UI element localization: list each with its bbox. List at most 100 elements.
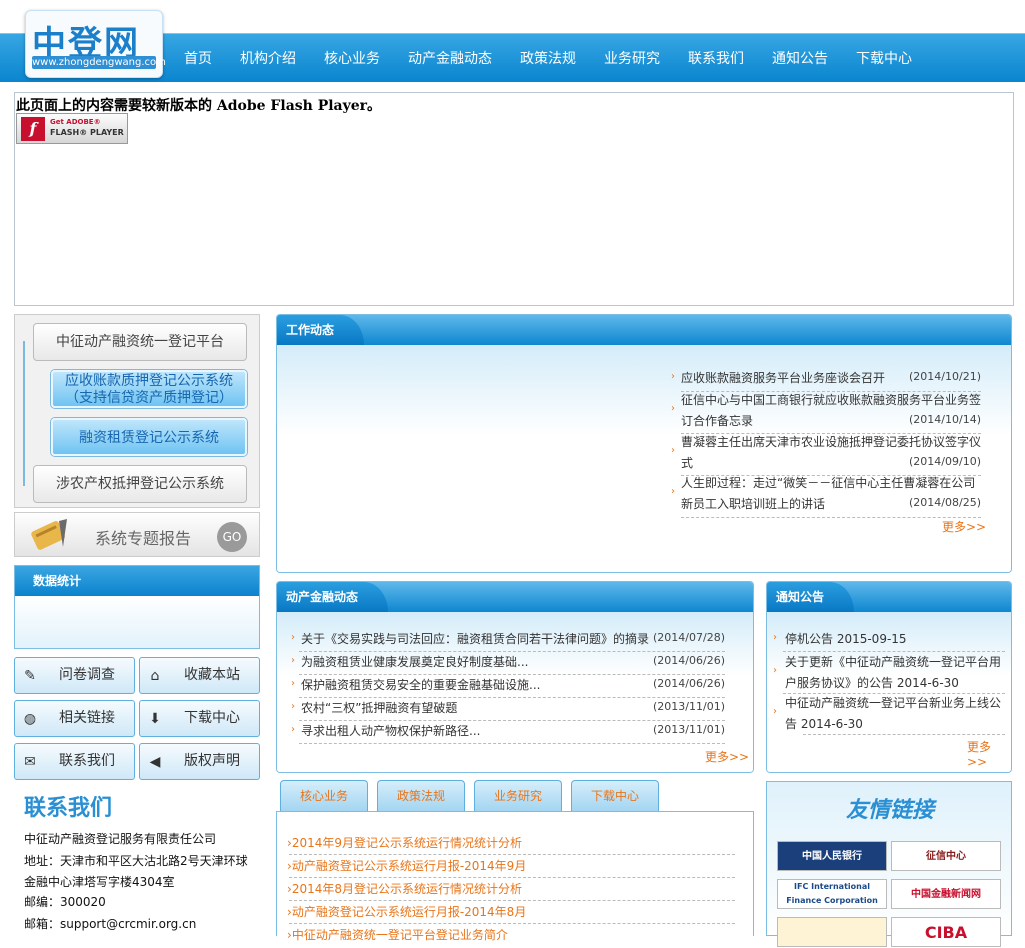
tab-downloads[interactable]: 下载中心: [571, 780, 659, 811]
contact-address: 地址：天津市和平区大沽北路2号天津环球: [24, 854, 248, 868]
platform-unified-registration[interactable]: 中征动产融资统一登记平台: [33, 323, 247, 361]
nav-downloads[interactable]: 下载中心: [842, 33, 926, 82]
notice-item[interactable]: › 关于更新《中征动产融资统一登记平台用 户服务协议》的公告 2014-6-30: [773, 653, 1005, 693]
nav-notices[interactable]: 通知公告: [758, 33, 842, 82]
contact-button[interactable]: ✉ 联系我们: [14, 743, 135, 780]
bullet-arrow-icon: ›: [773, 706, 777, 717]
platform-leasing-system[interactable]: 融资租赁登记公示系统: [51, 418, 247, 456]
link-ifc[interactable]: IFC International Finance Corporation: [777, 879, 887, 909]
finance-news-date: (2014/07/28): [653, 631, 725, 644]
nav-finance-news[interactable]: 动产金融动态: [394, 33, 506, 82]
bookmark-label: 收藏本站: [184, 667, 240, 683]
survey-label: 问卷调查: [59, 667, 115, 683]
link-ciba[interactable]: CIBA: [891, 917, 1001, 947]
notice-header: 通知公告: [767, 582, 1011, 612]
copyright-button[interactable]: ◀ 版权声明: [139, 743, 260, 780]
finance-news-item[interactable]: › 保护融资租赁交易安全的重要金融基础设施... (2014/06/26): [291, 676, 725, 696]
finance-news-item[interactable]: › 关于《交易实践与司法回应：融资租赁合同若干法律问题》的摘录 (2014/07…: [291, 630, 725, 650]
work-news-panel: 工作动态 › 应收账款融资服务平台业务座谈会召开 (2014/10/21) › …: [276, 314, 1012, 573]
notice-text-2: 告 2014-6-30: [785, 717, 863, 731]
bullet-arrow-icon: ›: [291, 678, 295, 689]
nav-policy[interactable]: 政策法规: [506, 33, 590, 82]
link-partner[interactable]: [777, 917, 887, 947]
bullet-arrow-icon: ›: [773, 632, 777, 643]
flash-button-line2: FLASH® PLAYER: [50, 128, 124, 137]
nav-about[interactable]: 机构介绍: [226, 33, 310, 82]
finance-news-title: 动产金融动态: [277, 582, 389, 612]
tab-list-text: 中征动产融资统一登记平台登记业务简介: [291, 928, 508, 942]
link-credit-center[interactable]: 征信中心: [891, 841, 1001, 871]
nav-home[interactable]: 首页: [170, 33, 226, 82]
link-pboc[interactable]: 中国人民银行: [777, 841, 887, 871]
contact-email: 邮箱：support@crcmir.org.cn: [24, 917, 197, 931]
tab-list-item[interactable]: ›2014年8月登记公示系统运行情况统计分析: [287, 880, 522, 897]
tab-core-business[interactable]: 核心业务: [280, 780, 368, 811]
platform-receivables-system[interactable]: 应收账款质押登记公示系统 （支持信贷资产质押登记）: [51, 370, 247, 408]
tab-policy[interactable]: 政策法规: [377, 780, 465, 811]
work-news-title-text-2: 新员工入职培训班上的讲话: [681, 497, 826, 511]
divider: [289, 854, 735, 855]
divider: [299, 651, 725, 652]
flash-button-line1: Get ADOBE®: [50, 118, 101, 126]
bullet-arrow-icon: ›: [291, 724, 295, 735]
tab-list-item[interactable]: ›中征动产融资统一登记平台登记业务简介: [287, 926, 508, 943]
copyright-label: 版权声明: [184, 753, 240, 769]
finance-news-more-link[interactable]: 更多>>: [705, 748, 749, 765]
divider: [289, 923, 735, 924]
site-logo[interactable]: 中登网 www.zhongdengwang.com: [25, 10, 166, 78]
friend-links-panel: 友情链接 中国人民银行 征信中心 IFC International Finan…: [766, 781, 1012, 947]
logo-url: www.zhongdengwang.com: [32, 56, 166, 69]
go-button[interactable]: GO: [217, 522, 247, 552]
notice-text-2: 户服务协议》的公告 2014-6-30: [785, 676, 959, 690]
stats-panel: 数据统计: [14, 565, 260, 649]
work-news-date: (2014/08/25): [909, 496, 981, 509]
work-news-item[interactable]: › 应收账款融资服务平台业务座谈会召开 (2014/10/21): [671, 369, 981, 389]
link-financial-news[interactable]: 中国金融新闻网: [891, 879, 1001, 909]
platform-menu: 中征动产融资统一登记平台 应收账款质押登记公示系统 （支持信贷资产质押登记） 融…: [14, 314, 260, 508]
finance-news-panel: 动产金融动态 › 关于《交易实践与司法回应：融资租赁合同若干法律问题》的摘录 (…: [276, 581, 754, 773]
bottom-tab-content: ›2014年9月登记公示系统运行情况统计分析 ›动产融资登记公示系统运行月报-2…: [276, 811, 754, 942]
tab-list-item[interactable]: ›动产融资登记公示系统运行月报-2014年9月: [287, 857, 526, 874]
contact-address-2: 金融中心津塔写字楼4304室: [24, 875, 175, 889]
divider: [299, 720, 725, 721]
tab-list-item[interactable]: ›2014年9月登记公示系统运行情况统计分析: [287, 834, 522, 851]
related-links-button[interactable]: ◍ 相关链接: [14, 700, 135, 737]
notice-text: 停机公告 2015-09-15: [785, 632, 907, 646]
work-news-more-link[interactable]: 更多>>: [942, 518, 986, 535]
tab-list-text: 2014年9月登记公示系统运行情况统计分析: [291, 836, 522, 850]
work-news-item[interactable]: › 人生即过程：走过“微笑－－征信中心主任曹凝蓉在公司 新员工入职培训班上的讲话…: [671, 474, 981, 514]
tab-list-item[interactable]: ›动产融资登记公示系统运行月报-2014年8月: [287, 903, 526, 920]
work-news-item[interactable]: › 征信中心与中国工商银行就应收账款融资服务平台业务签 订合作备忘录 (2014…: [671, 391, 981, 431]
nav-core-business[interactable]: 核心业务: [310, 33, 394, 82]
tab-research[interactable]: 业务研究: [474, 780, 562, 811]
system-report-banner[interactable]: 系统专题报告 GO: [14, 512, 260, 557]
nav-contact[interactable]: 联系我们: [674, 33, 758, 82]
download-button[interactable]: ⬇ 下载中心: [139, 700, 260, 737]
finance-news-item[interactable]: › 为融资租赁业健康发展奠定良好制度基础... (2014/06/26): [291, 653, 725, 673]
work-news-title-text: 应收账款融资服务平台业务座谈会召开: [681, 371, 886, 385]
finance-news-date: (2013/11/01): [653, 700, 725, 713]
work-news-item[interactable]: › 曹凝蓉主任出席天津市农业设施抵押登记委托协议签字仪 式 (2014/09/1…: [671, 433, 981, 473]
receivables-label: 应收账款质押登记公示系统: [65, 373, 233, 389]
related-links-label: 相关链接: [59, 710, 115, 726]
bookmark-button[interactable]: ⌂ 收藏本站: [139, 657, 260, 694]
contact-icon: ✉: [24, 754, 36, 770]
get-flash-button[interactable]: f Get ADOBE® FLASH® PLAYER: [16, 113, 128, 144]
nav-research[interactable]: 业务研究: [590, 33, 674, 82]
notice-item[interactable]: › 停机公告 2015-09-15: [773, 630, 1005, 650]
survey-button[interactable]: ✎ 问卷调查: [14, 657, 135, 694]
divider: [289, 877, 735, 878]
work-news-title-text: 人生即过程：走过“微笑－－征信中心主任曹凝蓉在公司: [681, 476, 976, 490]
bullet-arrow-icon: ›: [671, 371, 675, 382]
report-label: 系统专题报告: [95, 529, 192, 548]
work-news-title-text: 曹凝蓉主任出席天津市农业设施抵押登记委托协议签字仪: [681, 435, 982, 449]
flash-banner: 此页面上的内容需要较新版本的 Adobe Flash Player。 f Get…: [14, 92, 1014, 306]
notice-item[interactable]: › 中征动产融资统一登记平台新业务上线公 告 2014-6-30: [773, 694, 1005, 734]
finance-news-date: (2013/11/01): [653, 723, 725, 736]
work-news-title-text: 征信中心与中国工商银行就应收账款融资服务平台业务签: [681, 393, 982, 407]
notice-more-link[interactable]: 更多>>: [967, 738, 1011, 769]
platform-agri-mortgage-system[interactable]: 涉农产权抵押登记公示系统: [33, 465, 247, 503]
finance-news-item[interactable]: › 寻求出租人动产物权保护新路径... (2013/11/01): [291, 722, 725, 742]
finance-news-item[interactable]: › 农村“三权”抵押融资有望破题 (2013/11/01): [291, 699, 725, 719]
home-icon: ⌂: [150, 668, 160, 684]
